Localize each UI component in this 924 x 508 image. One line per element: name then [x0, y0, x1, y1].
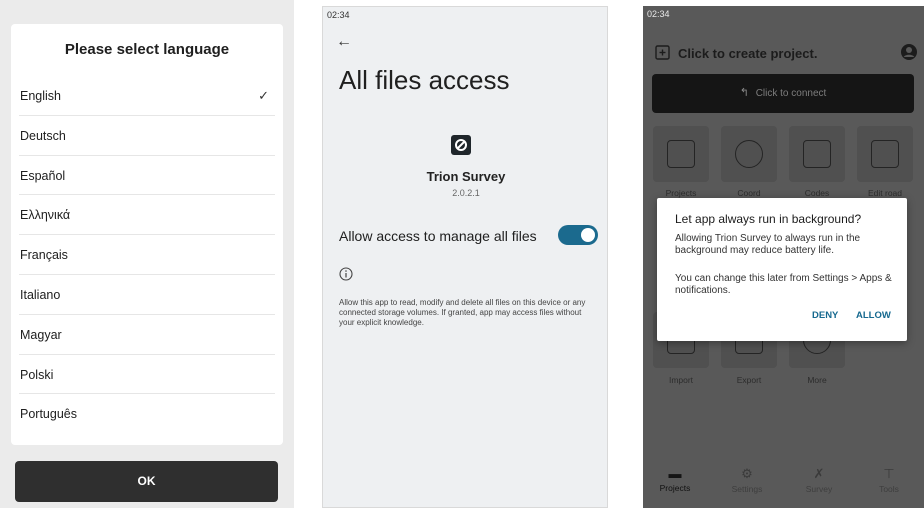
language-dialog-title: Please select language: [64, 41, 230, 58]
language-card: Please select language English ✓ Deutsch…: [11, 24, 283, 445]
nav-tools[interactable]: ⊤ Tools: [861, 460, 917, 508]
edit-road-icon: [871, 140, 899, 168]
app-version: 2.0.2.1: [452, 188, 480, 198]
tile-label: Coord: [737, 188, 761, 198]
gear-icon: ⚙: [741, 466, 753, 481]
folder-icon: [667, 140, 695, 168]
dialog-title: Let app always run in background?: [675, 212, 862, 226]
access-description: Allow this app to read, modify and delet…: [339, 298, 586, 327]
ok-button[interactable]: OK: [15, 461, 278, 502]
language-item-label: Português: [20, 407, 77, 422]
tools-icon: ⊤: [883, 466, 895, 481]
tile-codes[interactable]: [789, 126, 845, 182]
connect-button[interactable]: ↰ Click to connect: [652, 74, 914, 113]
language-item-deutsch[interactable]: Deutsch: [19, 116, 275, 156]
nav-label: Tools: [879, 484, 899, 494]
nav-label: Projects: [659, 483, 691, 493]
page-title: All files access: [339, 65, 510, 95]
app-logo-icon: [451, 135, 471, 155]
dialog-body-note: You can change this later from Settings …: [675, 273, 892, 296]
back-arrow-icon[interactable]: ←: [336, 33, 352, 51]
nav-survey[interactable]: ✗ Survey: [791, 460, 847, 508]
nav-projects[interactable]: ▬ Projects: [647, 460, 703, 508]
bottom-nav: ▬ Projects ⚙ Settings ✗ Survey ⊤ Tools: [643, 460, 924, 508]
tile-label: Export: [736, 375, 762, 385]
language-item-label: Polski: [20, 367, 54, 382]
status-time: 02:34: [647, 9, 670, 19]
checkmark-icon: ✓: [258, 88, 269, 103]
tile-coord[interactable]: [721, 126, 777, 182]
create-project-link[interactable]: Click to create project.: [678, 46, 817, 61]
dialog-body: Allowing Trion Survey to always run in t…: [675, 233, 861, 256]
language-item-magyar[interactable]: Magyar: [19, 315, 275, 355]
tile-label: Edit road: [867, 188, 903, 198]
nav-label: Survey: [805, 484, 833, 494]
survey-icon: ✗: [813, 466, 825, 481]
tile-label: More: [807, 375, 827, 385]
connect-icon: ↰: [739, 87, 749, 99]
language-item-italiano[interactable]: Italiano: [19, 275, 275, 315]
language-item-english[interactable]: English ✓: [19, 76, 275, 116]
connect-label: Click to connect: [755, 88, 827, 99]
language-item-label: English: [20, 89, 61, 103]
codes-icon: [803, 140, 831, 168]
allow-access-label: Allow access to manage all files: [339, 228, 537, 244]
app-name: Trion Survey: [426, 169, 506, 184]
language-item-francais[interactable]: Français: [19, 235, 275, 275]
status-time: 02:34: [327, 10, 350, 20]
language-item-portugues[interactable]: Português: [19, 394, 275, 434]
info-icon: [339, 267, 353, 286]
language-item-label: Magyar: [20, 327, 62, 342]
language-item-espanol[interactable]: Español: [19, 156, 275, 196]
add-folder-icon[interactable]: [655, 45, 670, 65]
language-item-label: Français: [20, 248, 68, 263]
deny-button[interactable]: DENY: [812, 310, 838, 321]
language-item-greek[interactable]: Ελληνικά: [19, 195, 275, 236]
nav-settings[interactable]: ⚙ Settings: [719, 460, 775, 508]
background-permission-dialog: Let app always run in background? Allowi…: [657, 198, 907, 341]
tile-edit-road[interactable]: [857, 126, 913, 182]
account-icon[interactable]: [900, 43, 918, 66]
language-list: English ✓ Deutsch Español Ελληνικά Franç…: [11, 76, 283, 434]
allow-button[interactable]: ALLOW: [856, 310, 891, 321]
language-select-screen: Please select language English ✓ Deutsch…: [0, 0, 294, 508]
dashboard-screen: 02:34 Click to create project. ↰ Click t…: [643, 6, 924, 508]
language-item-label: Español: [20, 168, 66, 183]
language-item-label: Ελληνικά: [20, 208, 71, 223]
folder-icon: ▬: [668, 466, 682, 481]
language-item-polski[interactable]: Polski: [19, 355, 275, 395]
toggle-knob: [581, 228, 595, 242]
allow-access-toggle[interactable]: [558, 225, 598, 245]
coordinate-icon: [735, 140, 763, 168]
nav-label: Settings: [731, 484, 763, 494]
tile-label: Codes: [804, 188, 830, 198]
language-item-label: Italiano: [20, 287, 61, 302]
tile-label: Import: [668, 375, 694, 385]
language-item-label: Deutsch: [20, 128, 66, 143]
tile-projects[interactable]: [653, 126, 709, 182]
dashboard-header: Click to create project.: [643, 42, 924, 66]
tile-label: Projects: [665, 188, 697, 198]
all-files-access-screen: 02:34 ← All files access Trion Survey 2.…: [322, 6, 608, 508]
